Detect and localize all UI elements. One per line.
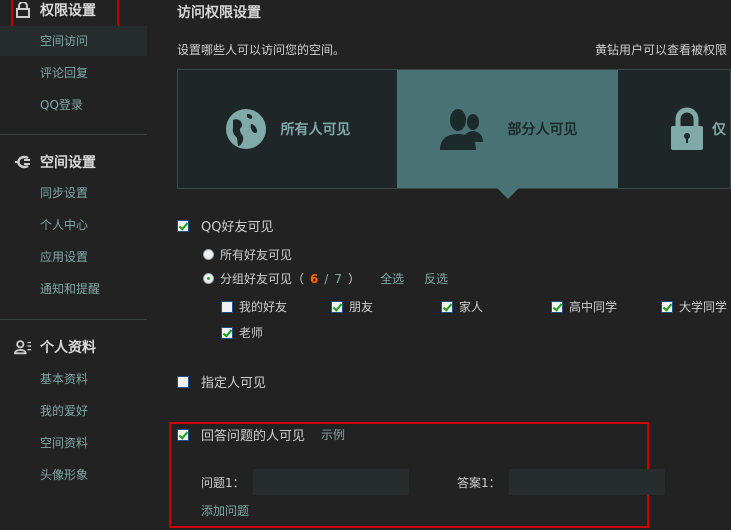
question-input[interactable] <box>252 469 409 495</box>
paren-close: ） <box>348 272 361 286</box>
answer-question-option[interactable]: 回答问题的人可见 示例 <box>177 425 345 444</box>
sidebar-item-avatar[interactable]: 头像形象 <box>0 460 147 490</box>
sidebar-item-personal-center[interactable]: 个人中心 <box>0 210 147 240</box>
count-separator: / <box>324 271 329 286</box>
group-checkbox[interactable] <box>551 300 563 313</box>
vip-note: 黄钻用户可以查看被权限 <box>595 43 728 57</box>
sidebar-item-apps[interactable]: 应用设置 <box>0 242 147 272</box>
group-checkbox[interactable] <box>441 300 453 313</box>
group-friends-option[interactable]: 分组好友可见（ 6 / 7 ） 全选 反选 <box>203 270 448 287</box>
group-label: 我的好友 <box>239 300 288 314</box>
option-label: QQ好友可见 <box>201 220 274 235</box>
specific-people-checkbox[interactable] <box>177 375 189 388</box>
group-label: 朋友 <box>349 300 374 314</box>
qq-friends-option[interactable]: QQ好友可见 <box>177 216 273 235</box>
group-checkbox[interactable] <box>661 300 673 313</box>
group-friends-radio[interactable] <box>203 273 214 284</box>
card-label: 仅 <box>712 122 726 138</box>
group-item[interactable]: 朋友 <box>331 298 373 315</box>
invert-selection-link[interactable]: 反选 <box>424 270 448 287</box>
main-content: 访问权限设置 设置哪些人可以访问您的空间。 黄钻用户可以查看被权限 所有人可见 … <box>169 0 731 530</box>
globe-icon <box>225 109 266 149</box>
divider <box>0 319 147 320</box>
divider <box>0 134 147 135</box>
qq-friends-checkbox[interactable] <box>177 219 189 232</box>
card-some-people[interactable]: 部分人可见 <box>397 70 618 199</box>
users-icon <box>439 109 483 150</box>
sidebar-item-basic-info[interactable]: 基本资料 <box>0 364 147 394</box>
question-field-row: 问题1： <box>201 469 409 495</box>
card-label: 所有人可见 <box>280 122 351 138</box>
question-label: 问题1： <box>201 475 245 490</box>
selected-count: 6 <box>310 271 319 286</box>
sidebar-item-comment-reply[interactable]: 评论回复 <box>0 58 147 88</box>
plug-icon <box>15 155 30 169</box>
answer-field-row: 答案1： <box>457 469 665 495</box>
option-label: 所有好友可见 <box>220 248 293 262</box>
highlight-box <box>11 0 119 28</box>
card-label: 部分人可见 <box>507 122 578 138</box>
visibility-cards: 所有人可见 部分人可见 仅 <box>177 69 731 199</box>
select-all-link[interactable]: 全选 <box>380 270 404 287</box>
card-everyone[interactable]: 所有人可见 <box>178 70 397 188</box>
specific-people-option[interactable]: 指定人可见 <box>177 372 266 391</box>
profile-icon <box>14 340 32 355</box>
page-title: 访问权限设置 <box>177 5 261 21</box>
section-profile: 个人资料 <box>14 337 96 357</box>
section-title: 个人资料 <box>40 340 96 356</box>
group-item[interactable]: 我的好友 <box>221 298 287 315</box>
option-label: 指定人可见 <box>201 376 267 391</box>
group-label: 高中同学 <box>569 300 618 314</box>
group-checkbox[interactable] <box>221 326 233 339</box>
example-link[interactable]: 示例 <box>321 426 345 443</box>
option-label: 分组好友可见（ <box>220 272 305 286</box>
answer-input[interactable] <box>508 469 665 495</box>
group-item[interactable]: 老师 <box>221 324 263 341</box>
lock-icon <box>671 107 703 150</box>
total-count: 7 <box>334 271 343 286</box>
group-checkbox[interactable] <box>331 300 343 313</box>
sidebar-item-notifications[interactable]: 通知和提醒 <box>0 274 147 304</box>
sidebar: 权限设置 空间访问 评论回复 QQ登录 空间设置 同步设置 个人中心 应用设置 … <box>0 0 147 530</box>
sidebar-item-qq-login[interactable]: QQ登录 <box>0 90 147 120</box>
group-label: 大学同学 <box>679 300 728 314</box>
option-label: 回答问题的人可见 <box>201 429 306 444</box>
description: 设置哪些人可以访问您的空间。 <box>177 43 346 57</box>
group-label: 家人 <box>459 300 484 314</box>
all-friends-radio[interactable] <box>203 249 214 260</box>
group-item[interactable]: 家人 <box>441 298 483 315</box>
group-item[interactable]: 大学同学 <box>661 298 727 315</box>
answer-question-checkbox[interactable] <box>177 428 189 441</box>
sidebar-item-space-access[interactable]: 空间访问 <box>0 26 147 56</box>
answer-label: 答案1： <box>457 475 501 490</box>
sidebar-item-hobbies[interactable]: 我的爱好 <box>0 396 147 426</box>
all-friends-option[interactable]: 所有好友可见 <box>203 246 292 263</box>
section-space-settings: 空间设置 <box>14 152 96 172</box>
card-private[interactable]: 仅 <box>618 70 730 188</box>
add-question-link[interactable]: 添加问题 <box>201 502 249 519</box>
sidebar-item-space-info[interactable]: 空间资料 <box>0 428 147 458</box>
group-item[interactable]: 高中同学 <box>551 298 617 315</box>
section-title: 空间设置 <box>40 155 96 171</box>
group-label: 老师 <box>239 326 264 340</box>
group-checkbox[interactable] <box>221 300 233 313</box>
sidebar-item-sync[interactable]: 同步设置 <box>0 178 147 208</box>
